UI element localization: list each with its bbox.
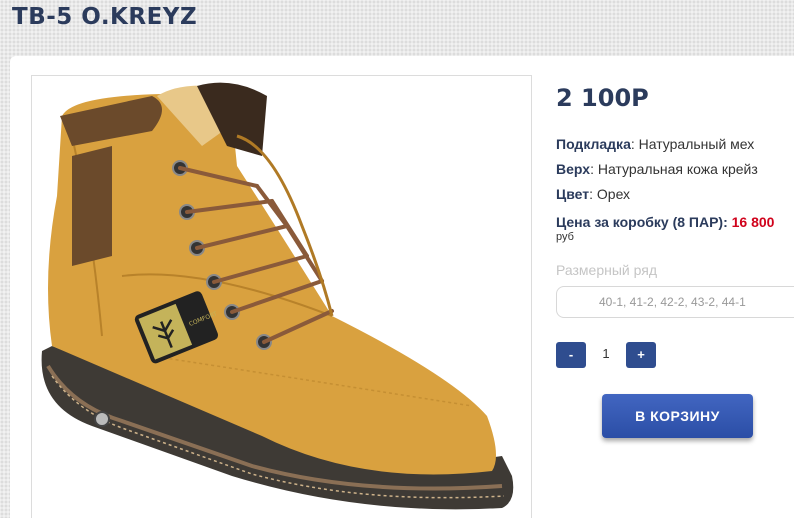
page-title: TB-5 O.KREYZ: [12, 4, 198, 30]
spec-label: Верх: [556, 161, 591, 177]
product-price: 2 100P: [556, 84, 649, 112]
quantity-minus-button[interactable]: -: [556, 342, 586, 368]
spec-label: Цвет: [556, 186, 590, 202]
spec-upper: Верх: Натуральная кожа крейз: [556, 161, 758, 177]
box-price: Цена за коробку (8 ПАР): 16 800 руб: [556, 214, 774, 243]
quantity-value[interactable]: 1: [596, 346, 616, 361]
spec-label: Подкладка: [556, 136, 631, 152]
box-price-value: 16 800: [731, 214, 775, 230]
spec-value: Натуральный мех: [638, 136, 755, 152]
spec-value: Натуральная кожа крейз: [597, 161, 758, 177]
box-price-label: Цена за коробку (8 ПАР):: [556, 214, 728, 230]
size-range-label: Размерный ряд: [556, 262, 658, 278]
boot-illustration: COMFORT: [41, 82, 514, 510]
spec-lining: Подкладка: Натуральный мех: [556, 136, 755, 152]
box-price-unit: руб: [556, 231, 574, 243]
spec-value: Орех: [596, 186, 631, 202]
add-to-cart-button[interactable]: В КОРЗИНУ: [602, 394, 753, 438]
size-range-select[interactable]: 40-1, 41-2, 42-2, 43-2, 44-1: [556, 286, 794, 318]
spec-color: Цвет: Орех: [556, 186, 631, 202]
product-image[interactable]: COMFORT: [31, 75, 532, 518]
quantity-plus-button[interactable]: +: [626, 342, 656, 368]
